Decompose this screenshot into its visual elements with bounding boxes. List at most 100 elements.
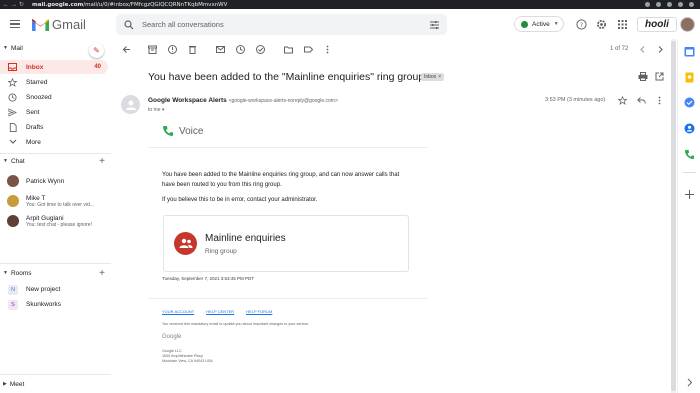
browser-url[interactable]: mail.google.com/mail/u/0/#inbox/FMfcgzQG… xyxy=(32,2,227,8)
room-label: Skunkworks xyxy=(26,301,62,308)
chat-section-header[interactable]: ▼ Chat + xyxy=(0,155,111,167)
search-options-icon[interactable] xyxy=(430,20,439,29)
print-icon[interactable] xyxy=(638,72,648,81)
help-forum-link[interactable]: HELP FORUM xyxy=(246,309,272,314)
divider xyxy=(0,374,111,375)
chevron-down-icon[interactable]: ▾ xyxy=(162,107,165,113)
divider xyxy=(683,172,696,173)
ring-group-card: Mainline enquiries Ring group xyxy=(163,215,409,272)
scrollbar-thumb[interactable] xyxy=(671,41,676,391)
main-menu-icon[interactable] xyxy=(10,20,20,28)
status-dot xyxy=(521,20,528,28)
chevron-down-icon: ▼ xyxy=(553,21,559,27)
group-icon xyxy=(174,232,197,255)
inbox-label-chip[interactable]: Inbox × xyxy=(421,73,445,81)
sidebar-item-more[interactable]: More xyxy=(0,135,108,149)
chat-item[interactable]: Patrick Wynn xyxy=(0,173,111,189)
open-in-new-window-icon[interactable] xyxy=(655,72,664,81)
divider xyxy=(148,147,428,148)
fine-print: You received this mandatory email to upd… xyxy=(162,322,310,326)
sidebar-item-starred[interactable]: Starred xyxy=(0,75,108,89)
org-logo[interactable]: hooli xyxy=(637,17,677,32)
email-timestamp: Tuesday, September 7, 2021 3:53:45 PM PD… xyxy=(162,276,255,281)
chevron-left-icon[interactable] xyxy=(638,45,647,54)
back-arrow-icon[interactable] xyxy=(122,45,131,54)
mark-unread-icon[interactable] xyxy=(216,45,225,54)
help-center-link[interactable]: HELP CENTER xyxy=(206,309,234,314)
report-spam-icon[interactable] xyxy=(168,45,177,54)
chat-item[interactable]: Arpit Guglani You: test chat - please ign… xyxy=(0,213,111,229)
room-item[interactable]: N New project xyxy=(0,283,111,296)
gmail-header: Gmail Search all conversations Active ▼ … xyxy=(0,9,700,39)
chevron-right-icon[interactable] xyxy=(684,377,695,388)
app-name: Gmail xyxy=(52,16,86,32)
chevron-right-icon[interactable] xyxy=(656,45,665,54)
search-bar[interactable]: Search all conversations xyxy=(116,14,447,35)
sidebar-item-inbox[interactable]: Inbox 40 xyxy=(0,60,108,74)
recipient-text: to me xyxy=(148,107,161,113)
contacts-icon[interactable] xyxy=(684,123,695,134)
avatar xyxy=(7,175,19,187)
voice-phone-icon[interactable] xyxy=(684,149,695,160)
avatar xyxy=(7,195,19,207)
move-to-folder-icon[interactable] xyxy=(284,45,293,54)
svg-text:?: ? xyxy=(580,22,583,29)
sidebar-item-drafts[interactable]: Drafts xyxy=(0,120,108,134)
add-chat-icon[interactable]: + xyxy=(99,156,105,167)
email-time: 3:53 PM (3 minutes ago) xyxy=(545,97,606,103)
sidebar-item-snoozed[interactable]: Snoozed xyxy=(0,90,108,104)
gmail-logo[interactable]: Gmail xyxy=(32,17,86,32)
status-selector[interactable]: Active ▼ xyxy=(514,16,564,32)
snooze-clock-icon[interactable] xyxy=(236,45,245,54)
add-ons-icon[interactable] xyxy=(684,189,695,200)
meet-section-header[interactable]: ▶ Meet xyxy=(0,377,24,391)
side-panel xyxy=(677,39,700,393)
reply-icon[interactable] xyxy=(637,96,646,105)
more-vert-icon[interactable] xyxy=(323,45,332,54)
search-input[interactable]: Search all conversations xyxy=(142,20,224,29)
chat-preview: You: Got time to talk over vid... xyxy=(26,201,94,208)
scrollbar[interactable] xyxy=(671,39,676,393)
sidebar-item-label: Drafts xyxy=(26,123,44,131)
browser-nav-icons[interactable]: ←→↻ xyxy=(3,1,26,8)
your-account-link[interactable]: YOUR ACCOUNT xyxy=(162,309,194,314)
ring-group-subtitle: Ring group xyxy=(205,248,237,255)
room-badge: S xyxy=(8,299,18,310)
help-icon[interactable]: ? xyxy=(576,19,587,30)
close-icon[interactable]: × xyxy=(438,74,441,80)
compose-button[interactable]: ✎ xyxy=(89,43,104,58)
search-icon[interactable] xyxy=(124,19,134,30)
keep-icon[interactable] xyxy=(684,72,695,83)
sidebar: ▼ Mail ✎ Inbox 40 Starred Snoozed Sent D… xyxy=(0,39,111,393)
sender-name[interactable]: Google Workspace Alerts xyxy=(148,97,227,104)
add-task-icon[interactable] xyxy=(256,45,265,54)
star-icon[interactable] xyxy=(618,96,627,105)
chevron-right-icon: ▶ xyxy=(3,381,7,387)
more-vert-icon[interactable] xyxy=(655,96,664,105)
chevron-down-icon: ▼ xyxy=(3,158,8,164)
sidebar-item-sent[interactable]: Sent xyxy=(0,105,108,119)
delete-icon[interactable] xyxy=(188,45,197,54)
draft-icon xyxy=(8,122,17,132)
rooms-section-header[interactable]: ▼ Rooms + xyxy=(0,267,111,279)
apps-grid-icon[interactable] xyxy=(617,19,628,30)
settings-gear-icon[interactable] xyxy=(596,19,607,30)
mail-section-header[interactable]: ▼ Mail ✎ xyxy=(0,42,111,58)
avatar xyxy=(7,215,19,227)
account-avatar[interactable] xyxy=(680,17,695,32)
add-room-icon[interactable]: + xyxy=(99,268,105,279)
calendar-icon[interactable] xyxy=(684,46,695,57)
sender-line[interactable]: Google Workspace Alerts <google-workspac… xyxy=(148,97,338,104)
sender-avatar[interactable] xyxy=(121,95,140,114)
chat-item[interactable]: Mike T You: Got time to talk over vid... xyxy=(0,193,111,209)
recipient-line[interactable]: to me ▾ xyxy=(148,107,164,113)
archive-icon[interactable] xyxy=(148,45,157,54)
browser-extension-icons xyxy=(645,2,694,7)
clock-icon xyxy=(8,92,17,102)
room-item[interactable]: S Skunkworks xyxy=(0,298,111,311)
voice-header: Voice xyxy=(162,125,203,137)
room-badge: N xyxy=(8,284,18,295)
tasks-icon[interactable] xyxy=(684,97,695,108)
label-icon[interactable] xyxy=(304,45,313,54)
send-icon xyxy=(8,107,17,117)
